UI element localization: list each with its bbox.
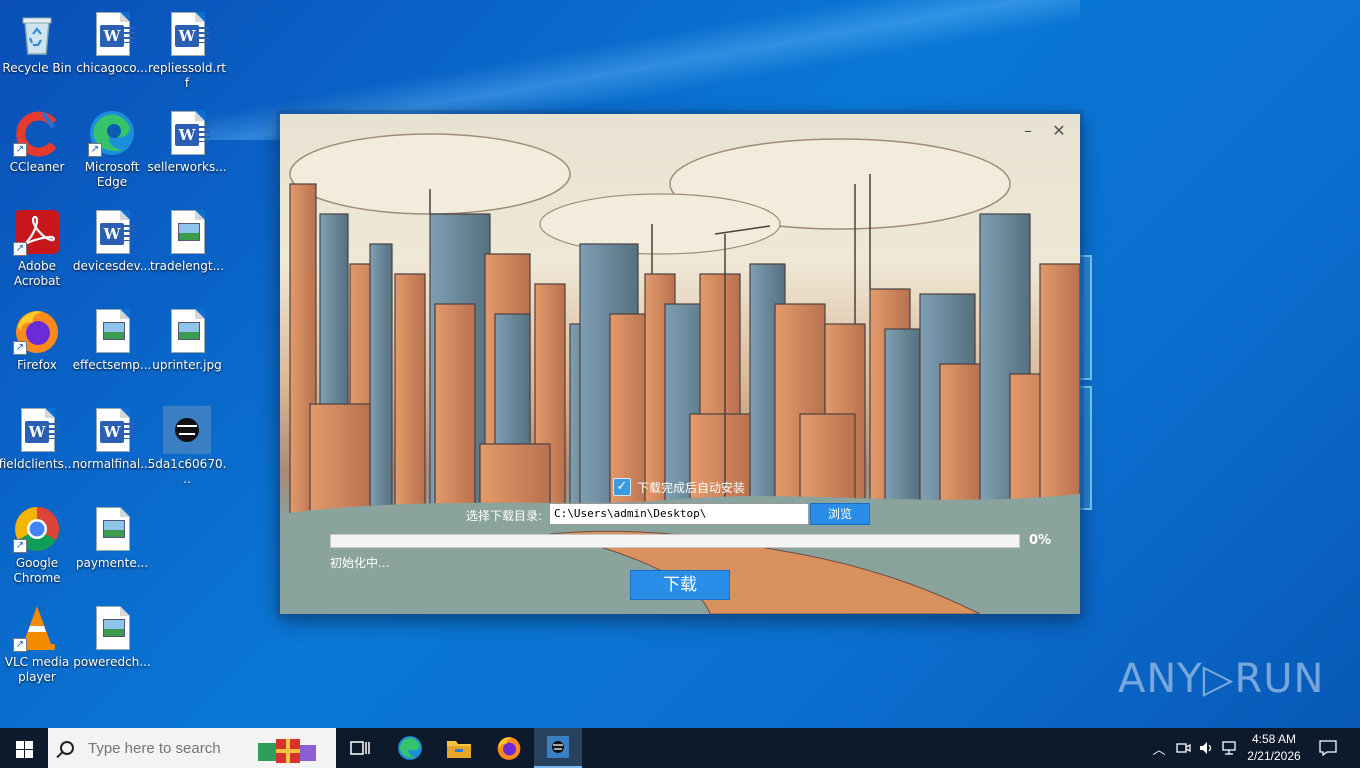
edge-taskbar-icon[interactable] [386,728,434,768]
browse-button[interactable]: 浏览 [810,503,870,525]
vlc-icon: ↗ [13,604,61,652]
word-doc-icon: W [88,406,136,454]
show-hidden-icons-chevron-icon[interactable]: ︿ [1150,728,1168,768]
status-text: 初始化中... [330,556,390,570]
icon-label: uprinter.jpg [152,358,222,372]
shortcut-arrow-icon: ↗ [13,143,27,157]
icon-label: Microsoft Edge [84,160,140,189]
icon-label: Firefox [17,358,57,372]
shortcut-arrow-icon: ↗ [88,143,102,157]
icon-label: poweredch... [73,655,151,669]
download-dir-label: 选择下载目录: [466,509,543,523]
word-doc-icon: W [88,208,136,256]
app-thumbnail-icon [163,406,211,454]
shortcut-arrow-icon: ↗ [13,638,27,652]
file-explorer-icon[interactable] [435,728,483,768]
image-file-icon [88,604,136,652]
minimize-icon[interactable]: – [1019,122,1037,140]
desktop-icon-chicagoco[interactable]: W chicagoco... [74,6,150,98]
word-doc-icon: W [13,406,61,454]
icon-label: sellerworks... [147,160,227,174]
icon-label: chicagoco... [76,61,148,75]
search-icon [60,741,74,755]
anyrun-watermark: ANY▷RUN [1118,656,1325,702]
desktop-icon-vlc[interactable]: ↗ VLC media player [0,600,75,692]
meet-now-icon[interactable] [1173,728,1193,768]
icon-label: paymente... [75,556,149,570]
close-icon[interactable]: ✕ [1050,122,1068,140]
desktop-icon-tradelengt[interactable]: tradelengt... [149,204,225,296]
taskbar-search-box[interactable] [48,728,336,768]
desktop-icon-paymente[interactable]: paymente... [74,501,150,593]
acrobat-icon: ↗ [13,208,61,256]
word-doc-icon: W [88,10,136,58]
icon-label: repliessold.rtf [148,61,226,90]
desktop-icon-chrome[interactable]: ↗ Google Chrome [0,501,75,593]
desktop-icon-sellerworks[interactable]: W sellerworks... [147,105,227,197]
image-file-icon [163,208,211,256]
network-icon[interactable] [1220,728,1240,768]
auto-install-label: 下载完成后自动安装 [637,480,746,495]
firefox-taskbar-icon[interactable] [485,728,533,768]
word-doc-icon: W [163,109,211,157]
progress-percent: 0% [1029,533,1052,548]
installer-app-taskbar-icon[interactable] [534,728,582,768]
volume-icon[interactable] [1196,728,1216,768]
desktop-icon-normalfinal[interactable]: W normalfinal... [72,402,152,494]
auto-install-option[interactable]: ✓ 下载完成后自动安装 [613,478,745,496]
icon-label: effectsemp... [72,358,152,372]
desktop-icon-5da1c60670[interactable]: 5da1c60670... [147,402,227,494]
desktop-icon-ccleaner[interactable]: ↗ CCleaner [0,105,75,197]
shortcut-arrow-icon: ↗ [13,539,27,553]
image-file-icon [88,307,136,355]
clock-date: 2/21/2026 [1247,749,1301,763]
desktop-icon-poweredch[interactable]: poweredch... [73,600,151,692]
icon-label: 5da1c60670... [147,457,227,486]
search-input[interactable] [88,739,258,757]
shortcut-arrow-icon: ↗ [13,341,27,355]
icon-label: tradelengt... [149,259,225,273]
icon-label: fieldclients... [0,457,76,471]
task-view-icon[interactable] [336,728,384,768]
auto-install-checkbox[interactable]: ✓ [613,478,631,496]
icon-label: normalfinal... [72,457,152,471]
taskbar-clock[interactable]: 4:58 AM 2/21/2026 [1240,731,1308,765]
icon-label: Adobe Acrobat [13,259,61,288]
search-highlight-gifts-icon [258,739,316,763]
desktop-icon-repliessold[interactable]: W repliessold.rtf [148,6,226,98]
icon-label: VLC media player [4,655,70,684]
downloader-dialog: – ✕ ✓ 下载完成后自动安装 选择下载目录: C:\Users\admin\D… [280,114,1080,614]
edge-icon: ↗ [88,109,136,157]
icon-label: devicesdev... [72,259,152,273]
download-button[interactable]: 下载 [630,570,730,600]
desktop-icon-devicesdev[interactable]: W devicesdev... [72,204,152,296]
icon-label: CCleaner [9,160,65,174]
clock-time: 4:58 AM [1251,732,1297,746]
desktop-icon-effectsemp[interactable]: effectsemp... [72,303,152,395]
word-doc-icon: W [163,10,211,58]
icon-label: Google Chrome [13,556,61,585]
recycle-bin-icon [13,10,61,58]
icon-label: Recycle Bin [2,61,72,75]
ccleaner-icon: ↗ [13,109,61,157]
taskbar: ︿ 4:58 AM 2/21/2026 [0,728,1360,768]
image-file-icon [88,505,136,553]
desktop-icon-recycle-bin[interactable]: Recycle Bin [0,6,75,98]
desktop-icon-uprinter[interactable]: uprinter.jpg [149,303,225,395]
notification-center-icon[interactable] [1316,728,1340,768]
start-button[interactable] [0,728,48,768]
desktop-icon-fieldclients[interactable]: W fieldclients... [0,402,75,494]
desktop-icon-edge[interactable]: ↗ Microsoft Edge [74,105,150,197]
image-file-icon [163,307,211,355]
download-dir-input[interactable]: C:\Users\admin\Desktop\ [549,503,809,525]
desktop-icon-acrobat[interactable]: ↗ Adobe Acrobat [0,204,75,296]
download-progress-bar [330,534,1020,548]
shortcut-arrow-icon: ↗ [13,242,27,256]
chrome-icon: ↗ [13,505,61,553]
firefox-icon: ↗ [13,307,61,355]
desktop-icon-firefox[interactable]: ↗ Firefox [0,303,75,395]
